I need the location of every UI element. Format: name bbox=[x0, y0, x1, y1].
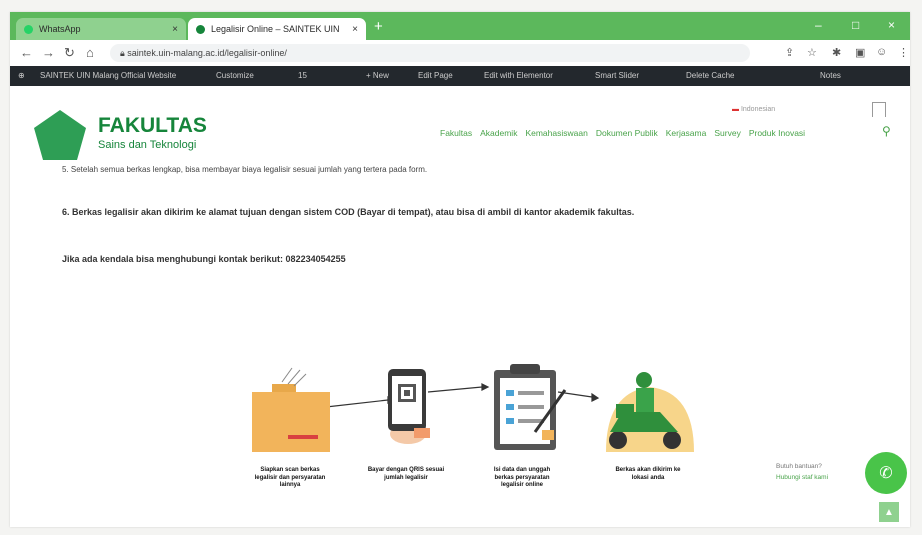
flow-arrows bbox=[325, 383, 600, 408]
process-illustration bbox=[252, 364, 694, 452]
help-question: Butuh bantuan? bbox=[776, 463, 822, 470]
whatsapp-icon[interactable]: ✆ bbox=[865, 452, 907, 494]
clipboard-icon bbox=[494, 364, 567, 450]
step-2-label: Bayar dengan QRIS sesuai jumlah legalisi… bbox=[367, 467, 445, 481]
delivery-scooter-icon bbox=[606, 372, 694, 452]
step-3-label: Isi data dan unggah berkas persyaratan l… bbox=[493, 467, 551, 488]
step-1-label: Siapkan scan berkas legalisir dan persya… bbox=[254, 467, 326, 488]
step-4-label: Berkas akan dikirim ke lokasi anda bbox=[615, 467, 681, 481]
browser-window: WhatsApp × Legalisir Online – SAINTEK UI… bbox=[10, 12, 910, 527]
phone-qris-icon bbox=[388, 369, 430, 444]
folder-icon bbox=[252, 367, 330, 452]
help-link[interactable]: Hubungi staf kami bbox=[776, 474, 828, 481]
arrow-up-icon[interactable]: ▲ bbox=[879, 502, 899, 522]
